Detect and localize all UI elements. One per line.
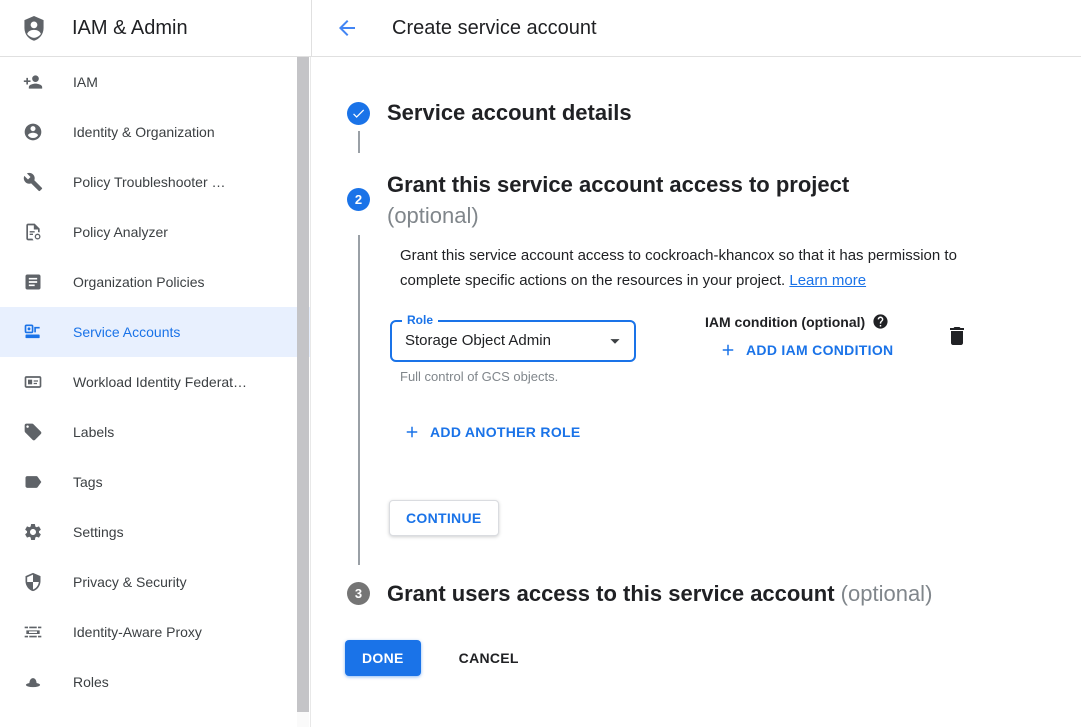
sidebar-item-label: Settings <box>73 524 148 540</box>
back-arrow-icon[interactable] <box>334 15 360 41</box>
sidebar-item-label: Policy Analyzer <box>73 224 192 240</box>
sidebar-item-label: Privacy & Security <box>73 574 211 590</box>
learn-more-link[interactable]: Learn more <box>789 272 866 289</box>
sidebar-item-identity-organization[interactable]: Identity & Organization <box>0 107 310 157</box>
sidebar-item-label: IAM <box>73 74 122 90</box>
step2-number-badge: 2 <box>347 188 370 211</box>
sidebar-item-iam[interactable]: IAM <box>0 57 310 107</box>
sidebar-item-label: Tags <box>73 474 127 490</box>
hat-icon <box>23 672 43 692</box>
add-another-role-label: ADD ANOTHER ROLE <box>430 424 581 440</box>
step2-title-text: Grant this service account access to pro… <box>387 172 849 197</box>
cancel-button[interactable]: CANCEL <box>455 640 523 676</box>
plus-icon <box>403 423 421 441</box>
sidebar-item-service-accounts[interactable]: Service Accounts <box>0 307 310 357</box>
page-title: Create service account <box>392 17 597 40</box>
trash-icon <box>945 324 969 348</box>
dropdown-arrow-icon <box>604 330 626 352</box>
help-icon[interactable] <box>872 313 889 330</box>
sidebar-item-label: Service Accounts <box>73 324 204 340</box>
step2-optional-label: (optional) <box>387 203 479 228</box>
tag-icon <box>23 422 43 442</box>
sidebar-item-label: Policy Troubleshooter … <box>73 174 250 190</box>
sidebar-item-label: Roles <box>73 674 133 690</box>
gear-icon <box>23 522 43 542</box>
step1-title: Service account details <box>387 100 632 126</box>
sidebar-item-label: Organization Policies <box>73 274 229 290</box>
create-service-account-form: Service account details 2 Grant this ser… <box>311 57 1081 727</box>
sidebar-nav: IAM Identity & Organization Policy Troub… <box>0 57 311 727</box>
sidebar-item-identity-aware-proxy[interactable]: Identity-Aware Proxy <box>0 607 310 657</box>
iam-condition-label: IAM condition (optional) <box>705 314 865 330</box>
sidebar-item-roles[interactable]: Roles <box>0 657 310 707</box>
form-footer: DONE CANCEL <box>345 640 523 676</box>
shield-half-icon <box>23 572 43 592</box>
sidebar-item-workload-identity-federat[interactable]: Workload Identity Federat… <box>0 357 310 407</box>
sidebar-item-settings[interactable]: Settings <box>0 507 310 557</box>
sidebar-item-label: Identity-Aware Proxy <box>73 624 226 640</box>
continue-button[interactable]: CONTINUE <box>389 500 499 536</box>
sidebar-item-label: Identity & Organization <box>73 124 239 140</box>
role-helper-text: Full control of GCS objects. <box>400 369 558 384</box>
person-circle-icon <box>23 122 43 142</box>
iam-condition-row: IAM condition (optional) <box>705 313 889 330</box>
done-button[interactable]: DONE <box>345 640 421 676</box>
article-icon <box>23 272 43 292</box>
sidebar-item-privacy-security[interactable]: Privacy & Security <box>0 557 310 607</box>
delete-role-button[interactable] <box>945 324 969 348</box>
sidebar-item-tags[interactable]: Tags <box>0 457 310 507</box>
add-iam-condition-button[interactable]: ADD IAM CONDITION <box>719 341 893 359</box>
step3-title: Grant users access to this service accou… <box>387 581 932 607</box>
plus-icon <box>719 341 737 359</box>
role-select[interactable]: Role Storage Object Admin <box>390 320 636 362</box>
app-title: IAM & Admin <box>72 17 188 40</box>
sidebar-item-organization-policies[interactable]: Organization Policies <box>0 257 310 307</box>
sidebar-item-label: Labels <box>73 424 138 440</box>
step3-number-badge: 3 <box>347 582 370 605</box>
check-icon <box>351 106 366 121</box>
add-iam-condition-label: ADD IAM CONDITION <box>746 342 893 358</box>
app-header: IAM & Admin Create service account <box>0 0 1081 57</box>
wrench-icon <box>23 172 43 192</box>
add-another-role-button[interactable]: ADD ANOTHER ROLE <box>403 423 581 441</box>
sidebar-scrollbar-thumb[interactable] <box>297 57 309 712</box>
step2-description: Grant this service account access to coc… <box>400 243 982 293</box>
step1-complete-badge <box>347 102 370 125</box>
sidebar-item-label: Workload Identity Federat… <box>73 374 271 390</box>
card-icon <box>23 372 43 392</box>
person-add-icon <box>23 72 43 92</box>
step3-optional-label: (optional) <box>841 581 933 606</box>
app-header-left: IAM & Admin <box>0 0 311 56</box>
sidebar-item-list: IAM Identity & Organization Policy Troub… <box>0 57 310 707</box>
sidebar-item-policy-analyzer[interactable]: Policy Analyzer <box>0 207 310 257</box>
policy-analyzer-icon <box>23 222 43 242</box>
sidebar-item-labels[interactable]: Labels <box>0 407 310 457</box>
service-account-icon <box>23 322 43 342</box>
step3-title-text: Grant users access to this service accou… <box>387 581 835 606</box>
sidebar-item-policy-troubleshooter[interactable]: Policy Troubleshooter … <box>0 157 310 207</box>
step-connector-line <box>358 235 360 565</box>
step2-description-text: Grant this service account access to coc… <box>400 247 957 289</box>
proxy-icon <box>23 622 43 642</box>
app-header-right: Create service account <box>311 0 1081 56</box>
label-arrow-icon <box>23 472 43 492</box>
role-field-value: Storage Object Admin <box>405 322 551 360</box>
step-connector-line <box>358 131 360 153</box>
iam-admin-shield-icon <box>20 14 48 42</box>
step2-title: Grant this service account access to pro… <box>387 169 917 231</box>
sidebar-scrollbar-track[interactable] <box>297 57 309 727</box>
